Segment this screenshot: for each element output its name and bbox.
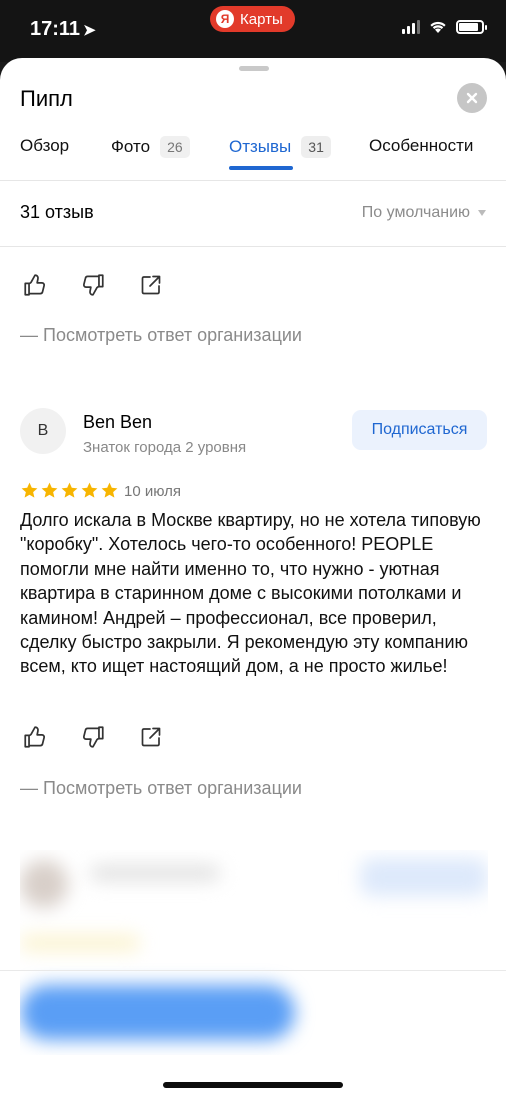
- app-badge[interactable]: Я Карты: [210, 6, 295, 32]
- status-bar: 17:11 ➤ Я Карты: [0, 0, 506, 62]
- blurred-next-review: [20, 850, 488, 1055]
- star-icon: [41, 482, 58, 498]
- battery-icon: [456, 20, 487, 34]
- review-text: Долго искала в Москве квартиру, но не хо…: [20, 510, 481, 677]
- battery-level: [459, 23, 478, 31]
- blurred-action-button: [20, 985, 295, 1040]
- bottom-divider: [0, 970, 506, 971]
- tab-features-label: Особенности: [369, 136, 474, 155]
- tab-photos-label: Фото: [111, 137, 151, 156]
- tab-overview[interactable]: Обзор: [20, 136, 69, 156]
- tab-photos[interactable]: Фото 26: [111, 136, 190, 158]
- reviews-count: 31 отзыв: [20, 202, 94, 222]
- subscribe-button[interactable]: Подписаться: [352, 410, 487, 450]
- active-tab-indicator: [229, 166, 293, 170]
- status-icons: [402, 20, 487, 34]
- share-button[interactable]: [136, 270, 166, 300]
- dislike-button[interactable]: [78, 722, 108, 752]
- cellular-signal-icon: [402, 20, 420, 34]
- previous-review-actions: [20, 270, 166, 300]
- status-time: 17:11 ➤: [30, 18, 96, 41]
- blurred-author: [90, 865, 220, 881]
- share-icon: [141, 275, 161, 295]
- star-icon: [101, 482, 118, 498]
- view-org-reply-link[interactable]: — Посмотреть ответ организации: [20, 325, 302, 346]
- sort-label: По умолчанию: [361, 204, 470, 221]
- tab-bar: Обзор Фото 26 Отзывы 31 Особенности: [0, 130, 506, 180]
- time-label: 17:11: [30, 18, 81, 40]
- view-org-reply-link[interactable]: — Посмотреть ответ организации: [20, 778, 302, 799]
- close-button[interactable]: [457, 83, 487, 113]
- thumbs-up-icon: [24, 726, 46, 748]
- close-icon: [466, 92, 478, 104]
- home-indicator: [163, 1082, 343, 1088]
- tab-reviews-label: Отзывы: [229, 137, 292, 156]
- author-level: Знаток города 2 уровня: [83, 439, 247, 456]
- avatar[interactable]: B: [20, 408, 66, 454]
- sort-dropdown[interactable]: По умолчанию: [362, 204, 486, 222]
- tab-reviews-count: 31: [301, 136, 331, 158]
- share-button[interactable]: [136, 722, 166, 752]
- place-sheet: Пипл Обзор Фото 26 Отзывы 31 Особенности…: [0, 58, 506, 1098]
- share-icon: [141, 727, 161, 747]
- tab-reviews[interactable]: Отзывы 31: [229, 136, 331, 158]
- location-arrow-icon: ➤: [83, 22, 96, 39]
- sheet-grabber[interactable]: [239, 66, 269, 71]
- star-icon: [81, 482, 98, 498]
- tab-features[interactable]: Особенности: [369, 136, 473, 156]
- count-divider: [0, 246, 506, 247]
- like-button[interactable]: [20, 722, 50, 752]
- thumbs-up-icon: [24, 274, 46, 296]
- thumbs-down-icon: [82, 726, 104, 748]
- app-badge-label: Карты: [240, 10, 283, 28]
- blurred-avatar: [20, 860, 68, 908]
- star-icon: [61, 482, 78, 498]
- like-button[interactable]: [20, 270, 50, 300]
- thumbs-down-icon: [82, 274, 104, 296]
- tab-photos-count: 26: [160, 136, 190, 158]
- star-icon: [21, 482, 38, 498]
- wifi-icon: [430, 21, 446, 33]
- place-title: Пипл: [20, 86, 73, 111]
- blurred-subscribe: [360, 858, 488, 896]
- review-actions: [20, 722, 166, 752]
- yandex-logo: Я: [216, 10, 234, 28]
- chevron-down-icon: [478, 210, 486, 216]
- tabs-divider: [0, 180, 506, 181]
- review-author[interactable]: Ben Ben: [83, 412, 152, 433]
- tab-overview-label: Обзор: [20, 136, 70, 155]
- dislike-button[interactable]: [78, 270, 108, 300]
- blurred-stars: [20, 935, 140, 951]
- rating-stars: [20, 481, 119, 500]
- review-date: 10 июля: [124, 483, 182, 500]
